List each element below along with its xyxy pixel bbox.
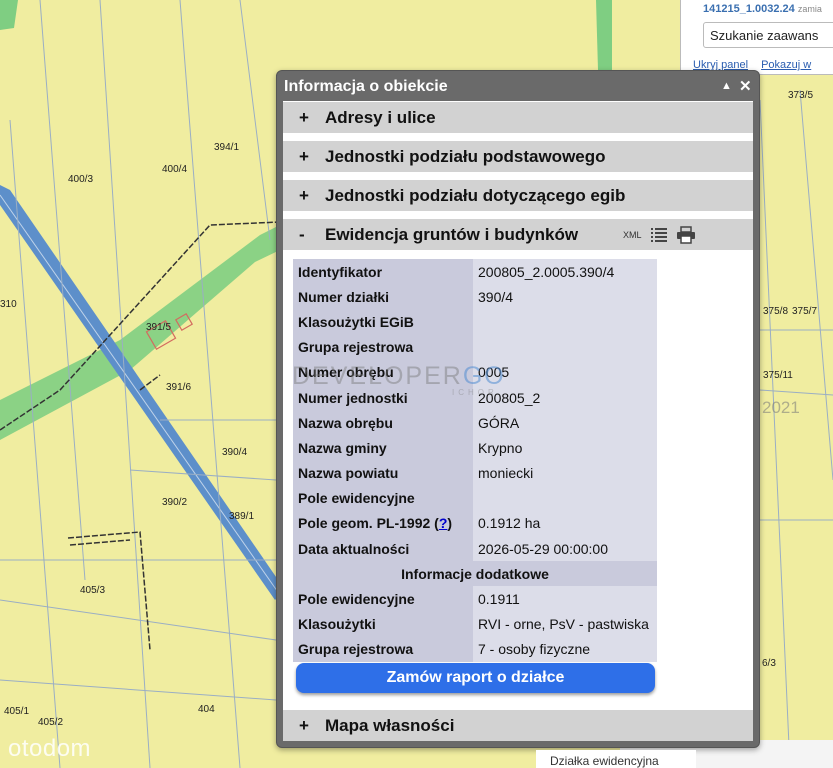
table-row: Nazwa powiatu moniecki — [293, 460, 657, 486]
row-label: Klasoużytki EGiB — [293, 309, 473, 335]
xml-export-icon[interactable]: XML — [623, 230, 642, 240]
row-label: Pole ewidencyjne — [293, 485, 473, 511]
accordion-label: Ewidencja gruntów i budynków — [325, 225, 579, 244]
collapse-icon: - — [299, 225, 305, 244]
parcel-number-label: 373/5 — [788, 90, 813, 101]
accordion-label: Jednostki podziału dotyczącego egib — [325, 186, 626, 205]
accordion-label: Jednostki podziału podstawowego — [325, 147, 606, 166]
expand-icon: + — [299, 186, 309, 205]
parcel-number-label: 389/1 — [229, 511, 254, 522]
green-strip — [596, 0, 612, 70]
parcel-number-label: 375/11 — [763, 370, 793, 381]
table-row: Nazwa gminy Krypno — [293, 435, 657, 461]
table-row: Grupa rejestrowa 7 - osoby fizyczne — [293, 636, 657, 662]
parcel-number-label: 390/4 — [222, 447, 247, 458]
close-window-icon[interactable]: ✕ — [739, 77, 752, 95]
row-label: Data aktualności — [293, 536, 473, 562]
parcel-number-label: 390/2 — [162, 497, 187, 508]
parcel-number-label: 400/4 — [162, 164, 187, 175]
window-body: + Adresy i ulice + Jednostki podziału pods… — [283, 101, 753, 741]
row-value: 7 - osoby fizyczne — [473, 636, 657, 662]
parcel-tooltip: Działka ewidencyjna — [536, 750, 696, 768]
row-value: RVI - orne, PsV - pastwiska — [473, 611, 657, 637]
parcel-number-label: 405/2 — [38, 717, 63, 728]
brand-logo: otodom — [8, 735, 92, 762]
accordion-addresses[interactable]: + Adresy i ulice — [283, 102, 753, 133]
window-title[interactable]: Informacja o obiekcie — [284, 78, 448, 96]
table-row: Pole ewidencyjne — [293, 485, 657, 511]
parcel-number-label: 405/1 — [4, 706, 29, 717]
result-code[interactable]: 141215_1.0032.24 zamia — [703, 3, 822, 15]
table-row: Pole geom. PL-1992 (?) 0.1912 ha — [293, 510, 657, 537]
row-value — [473, 309, 657, 335]
parcel-number-label: 404 — [198, 704, 215, 715]
row-label: Identyfikator — [293, 259, 473, 285]
row-label: Pole ewidencyjne — [293, 586, 473, 612]
expand-icon: + — [299, 147, 309, 166]
table-row: Grupa rejestrowa — [293, 334, 657, 360]
table-row: Numer działki 390/4 — [293, 284, 657, 310]
table-row: Klasoużytki RVI - orne, PsV - pastwiska — [293, 611, 657, 637]
table-row: Identyfikator 200805_2.0005.390/4 — [293, 259, 657, 285]
row-value — [473, 334, 657, 360]
row-value: GÓRA — [473, 410, 657, 436]
row-label: Nazwa gminy — [293, 435, 473, 461]
parcel-number-label: 405/3 — [80, 585, 105, 596]
parcel-number-label: 310 — [0, 299, 17, 310]
row-label: Klasoużytki — [293, 611, 473, 637]
object-info-window: Informacja o obiekcie ▲ ✕ + Adresy i ulic… — [276, 70, 760, 748]
accordion-egib-units[interactable]: + Jednostki podziału dotyczącego egib — [283, 180, 753, 211]
row-value: Krypno — [473, 435, 657, 461]
section-header: Informacje dodatkowe — [293, 561, 657, 587]
row-label: Nazwa powiatu — [293, 460, 473, 486]
table-row: Klasoużytki EGiB — [293, 309, 657, 335]
row-value: moniecki — [473, 460, 657, 486]
parcel-number-label: 394/1 — [214, 142, 239, 153]
row-value — [473, 485, 657, 511]
row-value: 390/4 — [473, 284, 657, 310]
table-row: Data aktualności 2026-05-29 00:00:00 — [293, 536, 657, 562]
order-report-button[interactable]: Zamów raport o działce — [296, 663, 655, 693]
table-row: Informacje dodatkowe — [293, 561, 657, 587]
row-value: 2026-05-29 00:00:00 — [473, 536, 657, 562]
list-icon[interactable] — [650, 226, 668, 244]
parcel-number-label: 375/7 — [792, 306, 817, 317]
year-watermark: 2021 — [762, 398, 800, 417]
show-link[interactable]: Pokazuj w — [761, 59, 811, 71]
collapse-window-icon[interactable]: ▲ — [721, 80, 732, 92]
parcel-number-label: 6/3 — [762, 658, 776, 669]
accordion-label: Mapa własności — [325, 716, 455, 735]
expand-icon: + — [299, 108, 309, 127]
row-label: Grupa rejestrowa — [293, 334, 473, 360]
table-row: Nazwa obrębu GÓRA — [293, 410, 657, 436]
row-label: Pole geom. PL-1992 (?) — [293, 510, 473, 537]
row-value: 200805_2.0005.390/4 — [473, 259, 657, 285]
row-value: 0.1912 ha — [473, 510, 657, 537]
parcel-number-label: 375/8 — [763, 306, 788, 317]
egib-table: Identyfikator 200805_2.0005.390/4 Numer d… — [293, 259, 657, 662]
watermark-subtext: ICHOR — [452, 388, 498, 397]
parcel-number-label: 391/6 — [166, 382, 191, 393]
accordion-egib[interactable]: - Ewidencja gruntów i budynków XML — [283, 219, 753, 250]
search-panel: 141215_1.0032.24 zamia Szukanie zaawans … — [680, 0, 833, 75]
expand-icon: + — [299, 716, 309, 735]
print-icon[interactable] — [676, 226, 696, 244]
accordion-basic-units[interactable]: + Jednostki podziału podstawowego — [283, 141, 753, 172]
parcel-number-label: 391/5 — [146, 322, 171, 333]
table-row: Pole ewidencyjne 0.1911 — [293, 586, 657, 612]
parcel-number-label: 400/3 — [68, 174, 93, 185]
row-label: Grupa rejestrowa — [293, 636, 473, 662]
watermark: DEVELOPERGO — [292, 362, 506, 390]
accordion-ownership-map[interactable]: + Mapa własności — [283, 710, 753, 741]
row-value: 0.1911 — [473, 586, 657, 612]
row-label: Numer działki — [293, 284, 473, 310]
row-label: Nazwa obrębu — [293, 410, 473, 436]
advanced-search-box[interactable]: Szukanie zaawans — [703, 22, 833, 48]
accordion-label: Adresy i ulice — [325, 108, 436, 127]
